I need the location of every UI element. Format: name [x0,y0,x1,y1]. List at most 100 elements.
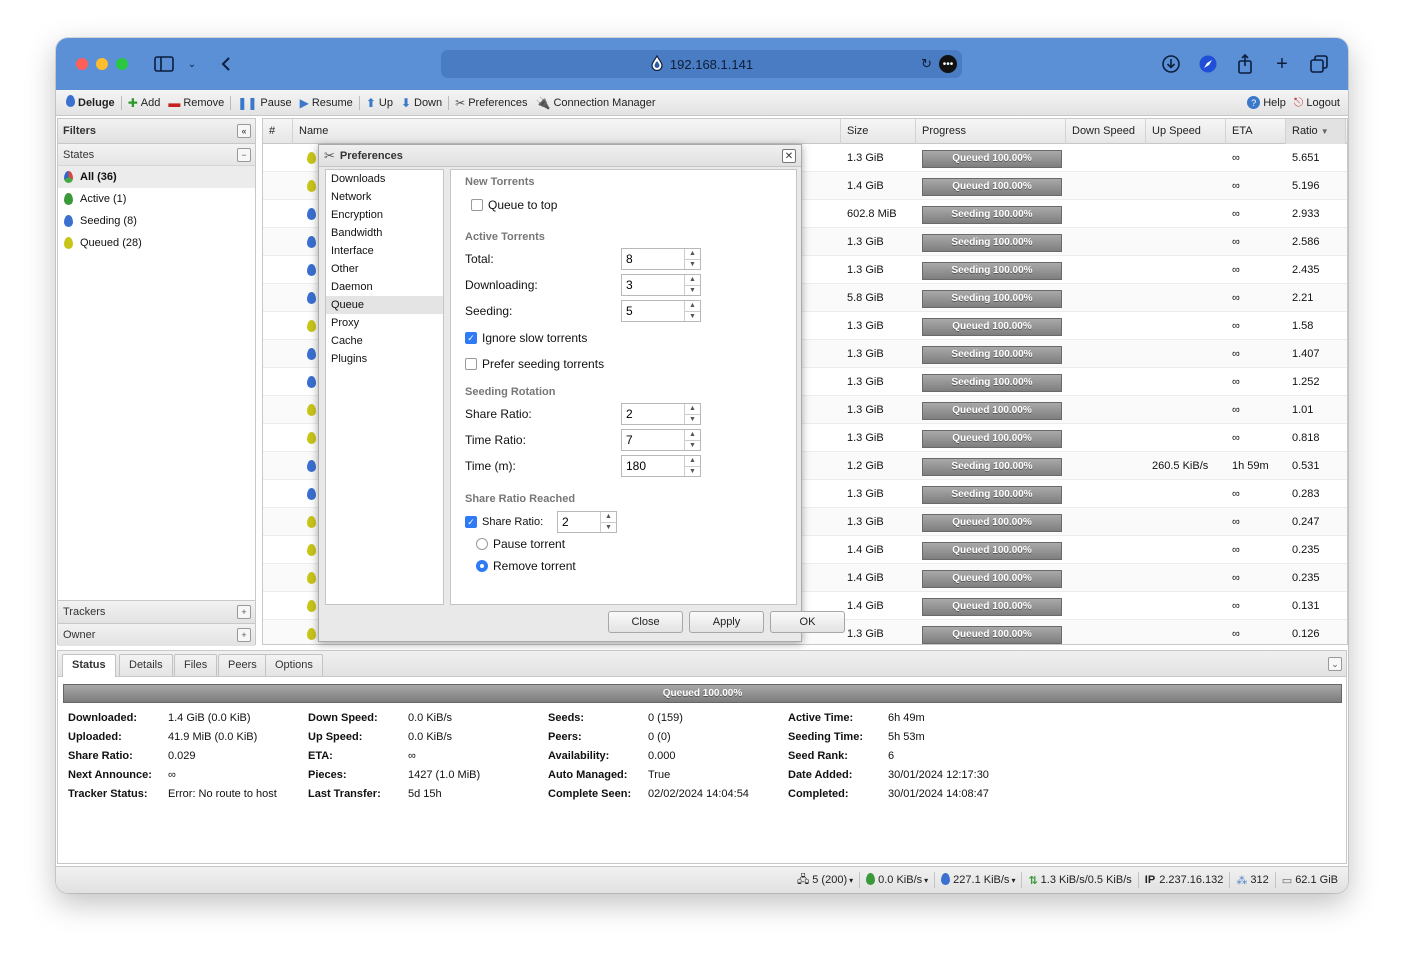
column-header-size[interactable]: Size [841,119,916,144]
spin-down-icon[interactable]: ▼ [685,441,700,451]
column-header-up-speed[interactable]: Up Speed [1146,119,1226,144]
column-header-eta[interactable]: ETA [1226,119,1286,144]
state-filter-item[interactable]: All (36) [58,166,255,188]
connection-manager-button[interactable]: 🔌 Connection Manager [532,92,660,114]
download-speed-status[interactable]: 0.0 KiB/s ▾ [859,872,934,888]
prefer-seeding-checkbox[interactable]: Prefer seeding torrents [465,357,604,371]
resume-button[interactable]: ▶ Resume [296,92,357,114]
collapse-left-icon[interactable]: « [237,124,251,138]
downloading-spinner[interactable]: ▲▼ [621,274,701,296]
pause-button[interactable]: ❚❚ Pause [233,92,295,114]
queue-down-button[interactable]: ⬇ Down [397,92,446,114]
downloads-icon[interactable] [1159,52,1183,76]
preferences-category-item[interactable]: Daemon [326,278,443,296]
zoom-window-button[interactable] [116,58,128,70]
preferences-category-item[interactable]: Interface [326,242,443,260]
preferences-button[interactable]: ✂ Preferences [451,92,531,114]
tab-files[interactable]: Files [174,654,218,676]
tabs-overview-icon[interactable] [1307,52,1331,76]
share-ratio-input[interactable] [622,404,682,424]
tab-options[interactable]: Options [265,654,323,676]
column-header-down-speed[interactable]: Down Speed [1066,119,1146,144]
plus-icon[interactable]: + [237,628,251,642]
spin-down-icon[interactable]: ▼ [685,467,700,477]
minus-icon[interactable]: − [237,147,251,162]
total-spinner[interactable]: ▲▼ [621,248,701,270]
reload-icon[interactable]: ↻ [921,56,932,72]
tab-status[interactable]: Status [62,654,116,677]
queue-to-top-checkbox[interactable]: Queue to top [471,198,557,212]
downloading-input[interactable] [622,275,682,295]
back-icon[interactable] [214,52,238,76]
total-input[interactable] [622,249,682,269]
spin-up-icon[interactable]: ▲ [601,512,616,523]
preferences-category-item[interactable]: Plugins [326,350,443,368]
logout-button[interactable]: ⎋ Logout [1290,92,1344,114]
extension-icon[interactable] [1196,52,1220,76]
preferences-category-item[interactable]: Other [326,260,443,278]
preferences-category-item[interactable]: Queue [326,296,443,314]
spin-up-icon[interactable]: ▲ [685,275,700,286]
remove-button[interactable]: ▬ Remove [164,92,228,114]
states-header[interactable]: States − [58,144,255,166]
spin-up-icon[interactable]: ▲ [685,404,700,415]
pause-torrent-radio[interactable]: Pause torrent [476,537,565,551]
spin-down-icon[interactable]: ▼ [685,286,700,296]
close-button[interactable]: Close [608,611,683,633]
time-minutes-spinner[interactable]: ▲▼ [621,455,701,477]
preferences-category-item[interactable]: Network [326,188,443,206]
column-header-progress[interactable]: Progress [916,119,1066,144]
owner-header[interactable]: Owner + [58,623,255,646]
collapse-down-icon[interactable]: ⌄ [1328,657,1342,671]
upload-speed-status[interactable]: 227.1 KiB/s ▾ [934,872,1021,888]
queue-up-button[interactable]: ⬆ Up [362,92,397,114]
tab-details[interactable]: Details [119,654,173,676]
spin-down-icon[interactable]: ▼ [685,312,700,322]
state-filter-item[interactable]: Active (1) [58,188,255,210]
share-ratio-reached-spinner[interactable]: ▲▼ [557,511,617,533]
preferences-category-item[interactable]: Encryption [326,206,443,224]
ok-button[interactable]: OK [770,611,845,633]
seeding-spinner[interactable]: ▲▼ [621,300,701,322]
time-ratio-input[interactable] [622,430,682,450]
share-icon[interactable] [1233,52,1257,76]
spin-down-icon[interactable]: ▼ [601,523,616,533]
ignore-slow-checkbox[interactable]: ✓ Ignore slow torrents [465,331,587,345]
spin-up-icon[interactable]: ▲ [685,249,700,260]
share-ratio-reached-input[interactable] [558,512,598,532]
sidebar-toggle-icon[interactable] [152,52,176,76]
apply-button[interactable]: Apply [689,611,764,633]
preferences-category-item[interactable]: Bandwidth [326,224,443,242]
close-icon[interactable]: ✕ [782,149,796,163]
chevron-down-icon[interactable]: ⌄ [180,52,204,76]
column-header-number[interactable]: # [263,119,293,144]
add-button[interactable]: ✚ Add [124,92,165,114]
spin-up-icon[interactable]: ▲ [685,430,700,441]
plus-icon[interactable]: + [237,605,251,619]
connections-status[interactable]: 🖧 5 (200) ▾ [791,872,859,888]
preferences-category-item[interactable]: Downloads [326,170,443,188]
column-header-name[interactable]: Name [293,119,841,144]
state-filter-item[interactable]: Seeding (8) [58,210,255,232]
tab-peers[interactable]: Peers [218,654,267,676]
minimize-window-button[interactable] [96,58,108,70]
spin-up-icon[interactable]: ▲ [685,301,700,312]
remove-torrent-radio[interactable]: Remove torrent [476,559,576,573]
spin-up-icon[interactable]: ▲ [685,456,700,467]
close-window-button[interactable] [76,58,88,70]
share-ratio-spinner[interactable]: ▲▼ [621,403,701,425]
state-filter-item[interactable]: Queued (28) [58,232,255,254]
new-tab-icon[interactable]: + [1270,52,1294,76]
column-header-ratio[interactable]: Ratio ▼ [1286,119,1346,144]
more-icon[interactable]: ••• [939,55,957,73]
spin-down-icon[interactable]: ▼ [685,260,700,270]
time-ratio-spinner[interactable]: ▲▼ [621,429,701,451]
trackers-header[interactable]: Trackers + [58,600,255,623]
help-button[interactable]: ? Help [1243,92,1290,114]
preferences-category-item[interactable]: Cache [326,332,443,350]
seeding-input[interactable] [622,301,682,321]
preferences-category-item[interactable]: Proxy [326,314,443,332]
spin-down-icon[interactable]: ▼ [685,415,700,425]
address-bar[interactable]: 192.168.1.141 ↻ ••• [441,50,962,78]
share-ratio-reached-checkbox[interactable]: ✓ Share Ratio: [465,516,543,528]
